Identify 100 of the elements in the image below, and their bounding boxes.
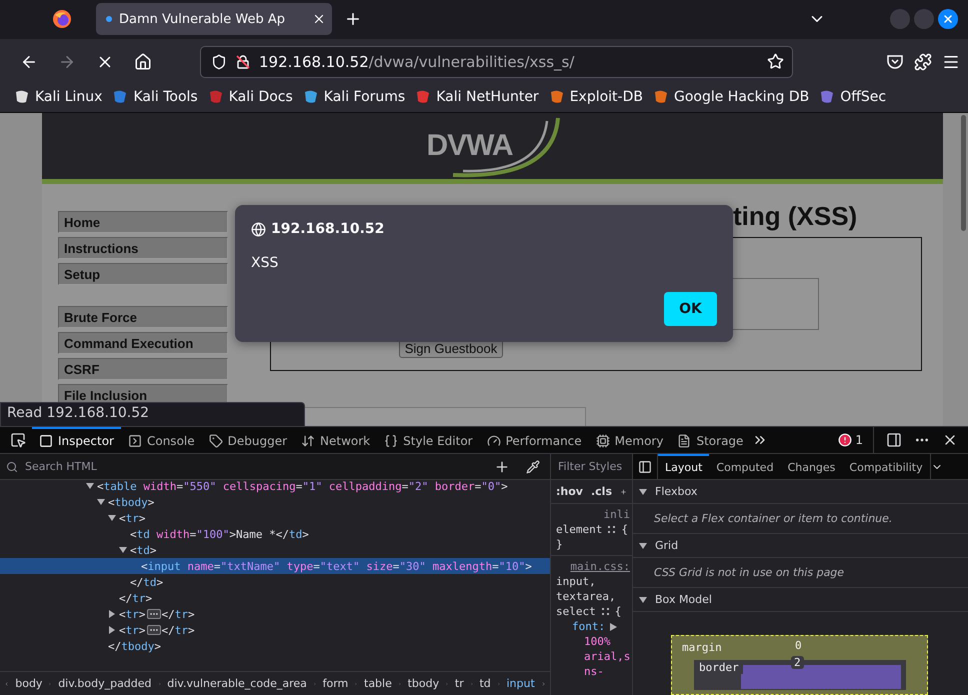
breadcrumb-item[interactable]: input (506, 677, 535, 690)
sidebar-tab[interactable]: Computed (709, 454, 781, 479)
devtools-tab[interactable]: Memory (588, 427, 670, 453)
toggle-pane-icon[interactable] (638, 460, 652, 474)
bookmark-link[interactable]: Kali Linux (14, 88, 102, 105)
eyedropper-icon[interactable] (526, 460, 540, 474)
extensions-icon[interactable] (914, 52, 932, 71)
menu-item[interactable]: Brute Force (58, 306, 228, 328)
pocket-icon[interactable] (886, 52, 904, 71)
disclosure-triangle-icon[interactable] (639, 596, 647, 604)
bookmark-link[interactable]: Google Hacking DB (652, 88, 810, 105)
selected-node-row[interactable]: <input name="txtName" type="text" size="30" maxlength="10"> (0, 558, 550, 574)
ellipsis-badge[interactable] (146, 609, 160, 619)
breadcrumb-item[interactable]: td (479, 677, 491, 690)
menu-item[interactable]: Setup (58, 263, 228, 286)
dock-icon[interactable] (886, 432, 902, 448)
grid-icon[interactable] (600, 607, 610, 616)
disclosure-triangle-icon[interactable] (639, 488, 647, 496)
bookmark-link[interactable]: Kali NetHunter (415, 88, 539, 105)
logo-text: DVWA (426, 129, 512, 164)
disclosure-triangle-icon[interactable] (108, 514, 116, 522)
browser-tab[interactable]: Damn Vulnerable Web Ap (96, 3, 332, 36)
error-icon (838, 433, 852, 447)
disclosure-triangle-icon[interactable] (86, 482, 94, 490)
margin-value[interactable]: 0 (795, 639, 802, 652)
html-tag-text[interactable]: <tbody> (108, 496, 154, 508)
devtools-tab[interactable]: Performance (480, 427, 589, 453)
rule-source: inli (604, 507, 630, 522)
insecure-lock-icon[interactable] (235, 54, 251, 70)
html-tag-text[interactable]: <tr> (119, 624, 146, 636)
breadcrumb-item[interactable]: table (364, 677, 392, 690)
border-value[interactable]: 2 (791, 656, 804, 669)
disclosure-triangle-icon[interactable] (119, 546, 127, 554)
sidebar-tab[interactable]: Changes (780, 454, 842, 479)
filter-input[interactable]: Filter Styles (558, 460, 628, 473)
html-tag-text[interactable]: </tr> (119, 592, 152, 604)
html-tag-text[interactable]: <td width="100">Name *</td> (130, 528, 309, 540)
add-node-icon[interactable] (494, 458, 510, 474)
html-tag-text[interactable]: <input name="txtName" type="text" size="30" maxlength="10"> (141, 560, 532, 572)
menu-item[interactable]: Command Execution (58, 332, 228, 354)
page-heading: ting (XSS) (733, 201, 858, 232)
ok-button[interactable]: OK (664, 292, 717, 326)
element-picker-icon[interactable] (10, 432, 26, 448)
section-header[interactable]: Grid (633, 534, 968, 558)
expand-triangle-icon[interactable] (610, 622, 618, 630)
disclosure-triangle-icon[interactable] (108, 610, 116, 618)
section-header[interactable]: Flexbox (633, 480, 968, 504)
disclosure-triangle-icon[interactable] (97, 498, 105, 506)
breadcrumb-item[interactable]: tbody (408, 677, 440, 690)
rule-source-link[interactable]: main.css: (570, 559, 630, 574)
section-header[interactable]: Box Model (633, 588, 968, 612)
breadcrumb-item[interactable]: body (15, 677, 42, 690)
menu-item[interactable]: Home (58, 211, 228, 234)
disclosure-triangle-icon[interactable] (639, 542, 647, 550)
close-button[interactable] (938, 9, 958, 30)
scrollbar-thumb[interactable] (961, 115, 966, 232)
style-toggle[interactable]: :hov (556, 485, 583, 498)
disclosure-triangle-icon[interactable] (108, 626, 116, 634)
home-icon (134, 52, 152, 71)
bookmark-link[interactable]: Kali Tools (112, 88, 198, 105)
property-value: arial,s (583, 649, 632, 664)
devtools-tab[interactable]: Storage (670, 427, 750, 453)
html-tag-text[interactable]: <td> (130, 544, 156, 556)
html-tag-text[interactable]: </tbody> (108, 640, 161, 652)
html-tag-text: </tr> (162, 608, 195, 620)
bookmark-link[interactable]: Kali Forums (302, 88, 406, 105)
breadcrumb-item[interactable]: div.body_padded (58, 677, 152, 690)
breadcrumb-item[interactable]: form (322, 677, 348, 690)
filter-styles-field[interactable]: Filter Styles (551, 454, 632, 480)
html-tag-text[interactable]: <table width="550" cellspacing="1" cellpadding="2" border="0"> (97, 480, 508, 492)
html-tag-text[interactable]: <tr> (119, 608, 146, 620)
error-count-text: 1 (855, 433, 863, 447)
devtools-tab[interactable]: Debugger (202, 427, 294, 453)
bookmark-link[interactable]: OffSec (819, 88, 886, 105)
menu-item[interactable]: Instructions (58, 237, 228, 260)
sidebar-tab[interactable]: Compatibility (842, 454, 930, 479)
html-tag-text[interactable]: </td> (130, 576, 164, 588)
error-count[interactable]: 1 (838, 427, 874, 453)
devtools-tab[interactable]: Style Editor (377, 427, 480, 453)
rule-selector: input, (556, 574, 597, 589)
bookmark-link[interactable]: Kali Docs (208, 88, 293, 105)
menu-item[interactable]: CSRF (58, 358, 228, 380)
bookmark-star-icon[interactable] (767, 53, 784, 70)
square-icon (39, 434, 53, 448)
html-tag-text[interactable]: <tr> (119, 512, 146, 524)
rule-selector: textarea, (556, 589, 617, 604)
breadcrumb-item[interactable]: tr (454, 677, 464, 690)
ellipsis-badge[interactable] (146, 625, 160, 635)
style-toggle[interactable]: .cls (590, 485, 612, 498)
rule-selector: element (556, 522, 602, 537)
shield-icon[interactable] (211, 54, 227, 70)
address-bar[interactable]: 192.168.10.52/dvwa/vulnerabilities/xss_s/ (200, 46, 793, 78)
devtools-tab[interactable]: Network (294, 427, 378, 453)
section-title: Box Model (655, 593, 712, 606)
bookmark-link[interactable]: Exploit-DB (548, 88, 643, 105)
sidebar-tab[interactable]: Layout (658, 454, 710, 479)
site-icon (415, 88, 432, 105)
grid-icon[interactable] (607, 525, 616, 534)
breadcrumb-item[interactable]: div.vulnerable_code_area (167, 677, 307, 690)
devtools-tab[interactable]: Console (120, 427, 202, 453)
